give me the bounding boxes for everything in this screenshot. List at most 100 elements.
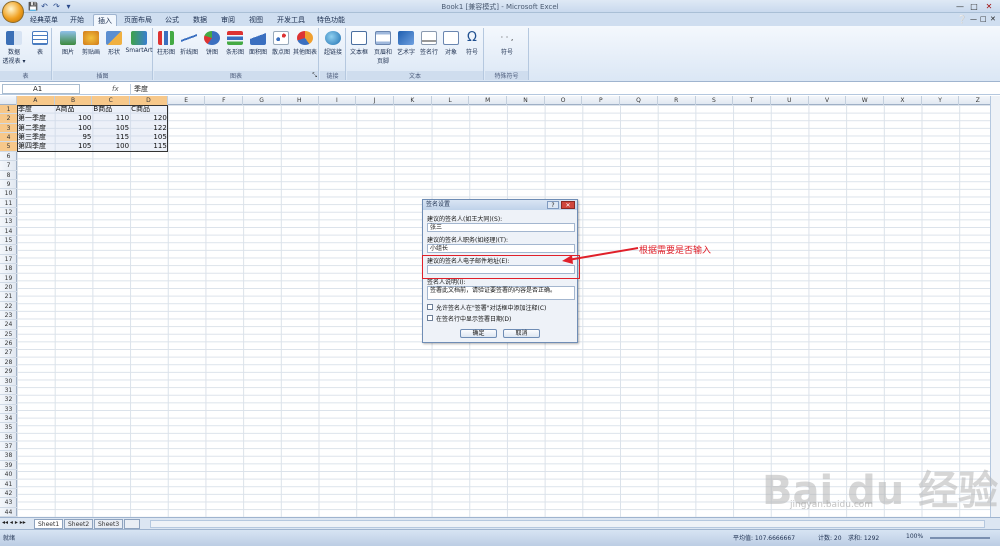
row-header[interactable]: 14	[0, 227, 17, 237]
dialog-help-button[interactable]: ?	[547, 201, 559, 209]
other-charts-button[interactable]: 其他图表	[293, 30, 317, 66]
signer-name-input[interactable]: 张三	[427, 223, 575, 232]
row-header[interactable]: 3	[0, 123, 17, 134]
table-cell[interactable]: 100	[93, 142, 131, 151]
row-header[interactable]: 38	[0, 451, 17, 461]
doc-close-icon[interactable]: ✕	[990, 15, 996, 23]
qat-dropdown-icon[interactable]: ▾	[64, 2, 73, 11]
help-icon[interactable]: ❔	[957, 15, 967, 24]
row-header[interactable]: 6	[0, 152, 17, 162]
row-header[interactable]: 32	[0, 395, 17, 405]
line-chart-button[interactable]: 折线图	[178, 30, 200, 66]
row-header[interactable]: 42	[0, 489, 17, 499]
tab-formulas[interactable]: 公式	[161, 14, 183, 26]
doc-minimize-icon[interactable]: —	[970, 15, 977, 23]
table-cell[interactable]: 110	[93, 114, 131, 123]
column-header[interactable]: G	[243, 96, 281, 105]
column-header[interactable]: E	[168, 96, 206, 105]
table-cell[interactable]: 100	[56, 124, 94, 133]
row-header[interactable]: 28	[0, 358, 17, 368]
dialog-launcher-icon[interactable]: ⤡	[312, 72, 317, 80]
row-header[interactable]: 17	[0, 255, 17, 265]
tab-insert[interactable]: 插入	[93, 14, 117, 26]
bar-chart-button[interactable]: 条形图	[224, 30, 246, 66]
column-header[interactable]: B	[54, 96, 93, 105]
column-header[interactable]: K	[394, 96, 432, 105]
wordart-button[interactable]: 艺术字	[395, 30, 417, 66]
row-header[interactable]: 35	[0, 423, 17, 433]
signature-line-button[interactable]: 签名行	[418, 30, 440, 66]
sheet-tab-3[interactable]: Sheet3	[94, 519, 124, 529]
signer-title-input[interactable]: 小组长	[427, 244, 575, 253]
column-header[interactable]: T	[733, 96, 771, 105]
table-button[interactable]: 表	[27, 30, 53, 66]
fx-icon[interactable]: fx	[112, 84, 126, 94]
area-chart-button[interactable]: 面积图	[247, 30, 269, 66]
table-cell[interactable]: 105	[93, 124, 131, 133]
column-header[interactable]: C	[92, 96, 131, 105]
column-header[interactable]: H	[281, 96, 319, 105]
row-header[interactable]: 11	[0, 199, 17, 208]
column-header[interactable]: Q	[620, 96, 658, 105]
hyperlink-button[interactable]: 超链接	[320, 30, 346, 66]
close-button[interactable]: ✕	[984, 2, 994, 11]
vertical-scrollbar[interactable]	[990, 96, 1000, 517]
row-header[interactable]: 33	[0, 405, 17, 414]
signer-instructions-input[interactable]: 签署此文档前，请验证要签署的内容是否正确。	[427, 286, 575, 300]
row-header[interactable]: 30	[0, 377, 17, 386]
maximize-button[interactable]: □	[969, 2, 979, 11]
column-header[interactable]: M	[469, 96, 508, 105]
sheet-nav-icon[interactable]: ◂◂ ◂ ▸ ▸▸	[2, 519, 26, 526]
table-cell[interactable]: 105	[131, 133, 169, 142]
table-cell[interactable]: 第一季度	[18, 114, 56, 123]
minimize-button[interactable]: —	[955, 2, 965, 11]
sheet-tab-1[interactable]: Sheet1	[34, 519, 64, 529]
save-icon[interactable]: 💾	[28, 2, 38, 11]
tab-special[interactable]: 特色功能	[313, 14, 349, 26]
tab-view[interactable]: 视图	[245, 14, 267, 26]
table-cell[interactable]: 115	[131, 142, 169, 151]
doc-restore-icon[interactable]: □	[980, 15, 987, 23]
table-cell[interactable]: 95	[56, 133, 94, 142]
column-header[interactable]: O	[545, 96, 583, 105]
column-header[interactable]: U	[771, 96, 809, 105]
tab-review[interactable]: 审阅	[217, 14, 239, 26]
show-date-checkbox[interactable]	[427, 315, 433, 321]
row-header[interactable]: 31	[0, 386, 17, 396]
special-symbol-button[interactable]: · · , 符号	[489, 30, 525, 66]
row-header[interactable]: 2	[0, 114, 17, 124]
name-box[interactable]: A1	[2, 84, 80, 94]
dialog-close-button[interactable]: ✕	[561, 201, 575, 209]
column-header[interactable]: N	[507, 96, 545, 105]
column-header[interactable]: F	[206, 96, 244, 105]
row-header[interactable]: 13	[0, 217, 17, 227]
row-header[interactable]: 36	[0, 433, 17, 443]
column-header[interactable]: L	[432, 96, 470, 105]
scatter-chart-button[interactable]: 散点图	[270, 30, 292, 66]
row-header[interactable]: 37	[0, 442, 17, 452]
pie-chart-button[interactable]: 饼图	[201, 30, 223, 66]
column-header[interactable]: P	[583, 96, 621, 105]
column-header[interactable]: V	[809, 96, 847, 105]
row-header[interactable]: 5	[0, 142, 17, 152]
row-header[interactable]: 4	[0, 133, 17, 143]
table-cell[interactable]: 第四季度	[18, 142, 56, 151]
row-header[interactable]: 24	[0, 320, 17, 330]
table-cell[interactable]: B商品	[93, 105, 131, 114]
row-header[interactable]: 23	[0, 311, 17, 321]
row-header[interactable]: 26	[0, 339, 17, 349]
column-header[interactable]: R	[658, 96, 696, 105]
row-header[interactable]: 8	[0, 171, 17, 180]
ok-button[interactable]: 确定	[460, 329, 497, 338]
row-header[interactable]: 1	[0, 105, 17, 115]
tab-classic-menu[interactable]: 经典菜单	[26, 14, 62, 26]
table-cell[interactable]: 122	[131, 124, 169, 133]
row-header[interactable]: 29	[0, 367, 17, 377]
table-cell[interactable]: 105	[56, 142, 94, 151]
shapes-button[interactable]: 形状	[101, 30, 127, 66]
sheet-tab-2[interactable]: Sheet2	[64, 519, 94, 529]
column-header[interactable]: Y	[922, 96, 960, 105]
tab-page-layout[interactable]: 页面布局	[120, 14, 156, 26]
formula-input[interactable]: 季度	[130, 84, 990, 94]
table-cell[interactable]: 100	[56, 114, 94, 123]
